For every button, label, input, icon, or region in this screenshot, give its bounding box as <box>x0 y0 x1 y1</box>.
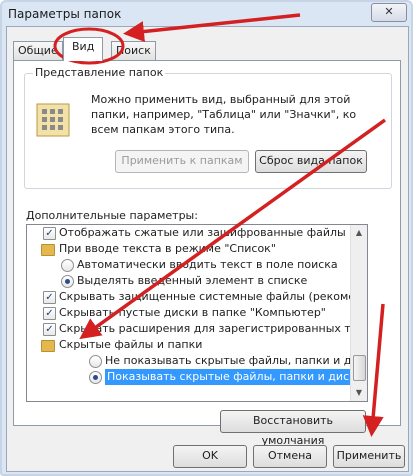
dialog-client-area: Общие Вид Поиск Представление папок Можн… <box>6 26 409 472</box>
list-item[interactable]: ✓ Скрывать защищенные системные файлы (р… <box>27 289 351 305</box>
folder-view-group: Представление папок Можно применить вид,… <box>24 66 392 189</box>
radio-button[interactable] <box>61 259 74 272</box>
restore-defaults-button[interactable]: Восстановить умолчания <box>220 410 366 447</box>
list-item: Скрытые файлы и папки <box>27 337 351 353</box>
folder-grid-icon <box>36 103 70 137</box>
radio-button[interactable] <box>89 371 102 384</box>
advanced-settings-list[interactable]: ✓ Отображать сжатые или зашифрованные фа… <box>26 224 368 402</box>
list-item[interactable]: ✓ Скрывать расширения для зарегистрирова… <box>27 321 351 337</box>
checkbox[interactable]: ✓ <box>43 291 56 304</box>
folder-view-description: Можно применить вид, выбранный для этой … <box>91 93 357 136</box>
view-tab-panel: Представление папок Можно применить вид,… <box>13 60 401 447</box>
scroll-thumb[interactable] <box>353 355 366 381</box>
scroll-down-icon[interactable]: ▼ <box>351 385 367 401</box>
advanced-settings-label: Дополнительные параметры: <box>26 209 198 222</box>
checkbox[interactable]: ✓ <box>43 227 56 240</box>
list-item[interactable]: ✓ Скрывать пустые диски в папке "Компьют… <box>27 305 351 321</box>
vertical-scrollbar[interactable]: ▲ ▼ <box>350 225 367 401</box>
ok-button[interactable]: OK <box>173 445 247 468</box>
list-item[interactable]: Не показывать скрытые файлы, папки и дис… <box>27 353 351 369</box>
list-item[interactable]: ✓ Отображать сжатые или зашифрованные фа… <box>27 225 351 241</box>
folder-view-legend: Представление папок <box>33 66 166 79</box>
checkbox[interactable]: ✓ <box>43 323 56 336</box>
scroll-up-icon[interactable]: ▲ <box>351 225 367 241</box>
apply-to-folders-button[interactable]: Применить к папкам <box>115 150 249 173</box>
tab-search[interactable]: Поиск <box>111 41 156 60</box>
folder-options-window: Параметры папок ✕ Общие Вид Поиск Предст… <box>0 0 413 476</box>
close-button[interactable]: ✕ <box>371 3 407 22</box>
folder-icon <box>41 244 55 256</box>
list-item[interactable]: Выделять введенный элемент в списке <box>27 273 351 289</box>
checkbox[interactable]: ✓ <box>43 307 56 320</box>
list-item: При вводе текста в режиме "Список" <box>27 241 351 257</box>
cancel-button[interactable]: Отмена <box>253 445 327 468</box>
list-item[interactable]: Автоматически вводить текст в поле поиск… <box>27 257 351 273</box>
title-bar: Параметры папок ✕ <box>2 2 411 26</box>
apply-button[interactable]: Применить <box>333 445 405 468</box>
tab-general[interactable]: Общие <box>13 41 63 60</box>
folder-icon <box>41 340 55 352</box>
window-title: Параметры папок <box>8 7 122 21</box>
list-item-selected[interactable]: Показывать скрытые файлы, папки и диски <box>27 369 351 385</box>
radio-button[interactable] <box>89 355 102 368</box>
tab-view[interactable]: Вид <box>63 37 104 61</box>
reset-folders-button[interactable]: Сброс вида папок <box>255 150 367 173</box>
radio-button[interactable] <box>61 275 74 288</box>
